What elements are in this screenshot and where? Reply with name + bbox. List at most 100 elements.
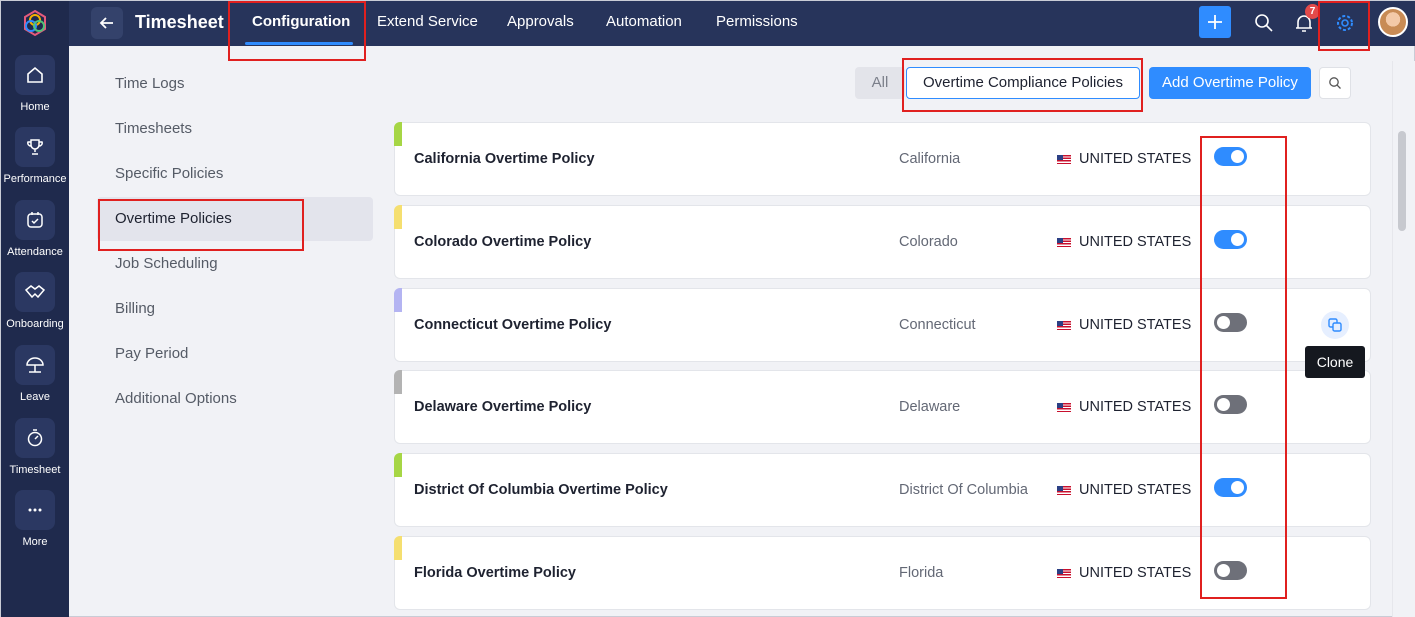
stopwatch-icon: [15, 418, 55, 458]
policy-country: UNITED STATES: [1057, 317, 1191, 333]
policy-toggle[interactable]: [1214, 478, 1247, 497]
add-overtime-policy-button[interactable]: Add Overtime Policy: [1149, 67, 1311, 99]
policy-name: Delaware Overtime Policy: [414, 399, 592, 415]
trophy-icon: [15, 127, 55, 167]
policy-state: Colorado: [899, 234, 958, 250]
rail-item-timesheet[interactable]: Timesheet: [1, 418, 69, 488]
policy-country: UNITED STATES: [1057, 234, 1191, 250]
us-flag-icon: [1057, 320, 1071, 330]
app-logo-icon[interactable]: [21, 9, 49, 37]
rail-item-performance[interactable]: Performance: [1, 127, 69, 197]
more-icon: [15, 490, 55, 530]
card-accent: [394, 205, 402, 229]
active-tab-indicator: [245, 42, 353, 45]
policy-toggle[interactable]: [1214, 395, 1247, 414]
rail-item-onboarding[interactable]: Onboarding: [1, 272, 69, 342]
policy-name: Connecticut Overtime Policy: [414, 317, 612, 333]
menu-item-additional-options[interactable]: Additional Options: [97, 377, 373, 421]
policy-toggle[interactable]: [1214, 561, 1247, 580]
avatar[interactable]: [1378, 7, 1408, 37]
umbrella-icon: [15, 345, 55, 385]
calendar-icon: [15, 200, 55, 240]
rail-item-leave[interactable]: Leave: [1, 345, 69, 415]
module-title: Timesheet: [135, 12, 224, 32]
policy-search-button[interactable]: [1319, 67, 1351, 99]
policy-name: Florida Overtime Policy: [414, 565, 576, 581]
rail-label: Attendance: [7, 246, 63, 258]
scrollbar-thumb[interactable]: [1398, 131, 1406, 231]
policy-card[interactable]: Florida Overtime Policy Florida UNITED S…: [394, 536, 1371, 610]
rail-item-more[interactable]: More: [1, 490, 69, 560]
us-flag-icon: [1057, 485, 1071, 495]
tab-permissions[interactable]: Permissions: [716, 13, 798, 30]
menu-item-specific-policies[interactable]: Specific Policies: [97, 152, 373, 196]
policy-state: Delaware: [899, 399, 961, 415]
card-accent: [394, 536, 402, 560]
search-icon[interactable]: [1253, 12, 1275, 34]
rail-label: More: [22, 536, 48, 548]
notification-badge: 7: [1305, 4, 1320, 19]
tab-approvals[interactable]: Approvals: [507, 13, 574, 30]
policy-state: Florida: [899, 565, 944, 581]
menu-item-pay-period[interactable]: Pay Period: [97, 332, 373, 376]
rail-item-attendance[interactable]: Attendance: [1, 200, 69, 270]
rail-label: Onboarding: [6, 318, 64, 330]
back-button[interactable]: [91, 7, 123, 39]
us-flag-icon: [1057, 154, 1071, 164]
tab-automation[interactable]: Automation: [606, 13, 682, 30]
clone-tooltip: Clone: [1305, 346, 1365, 378]
policy-toggle[interactable]: [1214, 313, 1247, 332]
us-flag-icon: [1057, 402, 1071, 412]
country-label: UNITED STATES: [1079, 151, 1192, 167]
policy-name: Colorado Overtime Policy: [414, 234, 592, 250]
add-button[interactable]: [1199, 6, 1231, 38]
filter-compliance-policies-button[interactable]: Overtime Compliance Policies: [906, 67, 1140, 99]
tab-configuration[interactable]: Configuration: [252, 13, 350, 30]
policy-country: UNITED STATES: [1057, 565, 1191, 581]
policy-toggle[interactable]: [1214, 147, 1247, 166]
country-label: UNITED STATES: [1079, 399, 1192, 415]
country-label: UNITED STATES: [1079, 234, 1192, 250]
clone-icon: [1328, 318, 1342, 332]
toggle-knob: [1217, 398, 1230, 411]
handshake-icon: [15, 272, 55, 312]
top-bar: Timesheet Configuration Extend Service A…: [69, 1, 1415, 46]
toggle-knob: [1217, 564, 1230, 577]
us-flag-icon: [1057, 237, 1071, 247]
arrow-left-icon: [99, 17, 113, 29]
toggle-knob: [1231, 481, 1244, 494]
country-label: UNITED STATES: [1079, 482, 1192, 498]
clone-button[interactable]: [1321, 311, 1349, 339]
toggle-knob: [1217, 316, 1230, 329]
scrollbar[interactable]: [1392, 61, 1415, 617]
us-flag-icon: [1057, 568, 1071, 578]
plus-icon: [1208, 15, 1222, 29]
policy-card[interactable]: Delaware Overtime Policy Delaware UNITED…: [394, 370, 1371, 444]
policy-state: Connecticut: [899, 317, 976, 333]
menu-item-billing[interactable]: Billing: [97, 287, 373, 331]
policy-name: California Overtime Policy: [414, 151, 595, 167]
policy-card[interactable]: California Overtime Policy California UN…: [394, 122, 1371, 196]
policy-state: District Of Columbia: [899, 482, 1028, 498]
card-accent: [394, 370, 402, 394]
rail-label: Timesheet: [9, 464, 61, 476]
rail-label: Performance: [3, 173, 67, 185]
menu-item-timesheets[interactable]: Timesheets: [97, 107, 373, 151]
menu-item-time-logs[interactable]: Time Logs: [97, 62, 373, 106]
policy-card[interactable]: Connecticut Overtime Policy Connecticut …: [394, 288, 1371, 362]
country-label: UNITED STATES: [1079, 317, 1192, 333]
rail-label: Home: [20, 101, 50, 113]
menu-item-job-scheduling[interactable]: Job Scheduling: [97, 242, 373, 286]
tab-extend-service[interactable]: Extend Service: [377, 13, 478, 30]
card-accent: [394, 122, 402, 146]
policy-state: California: [899, 151, 961, 167]
filter-all-button[interactable]: All: [855, 67, 905, 99]
policy-card[interactable]: Colorado Overtime Policy Colorado UNITED…: [394, 205, 1371, 279]
rail-item-home[interactable]: Home: [1, 55, 69, 125]
gear-icon[interactable]: [1334, 12, 1356, 34]
left-rail: Home Performance Attendance Onboarding L…: [1, 1, 69, 617]
toggle-knob: [1231, 150, 1244, 163]
policy-toggle[interactable]: [1214, 230, 1247, 249]
policy-card[interactable]: District Of Columbia Overtime Policy Dis…: [394, 453, 1371, 527]
menu-item-overtime-policies[interactable]: Overtime Policies: [97, 197, 373, 241]
